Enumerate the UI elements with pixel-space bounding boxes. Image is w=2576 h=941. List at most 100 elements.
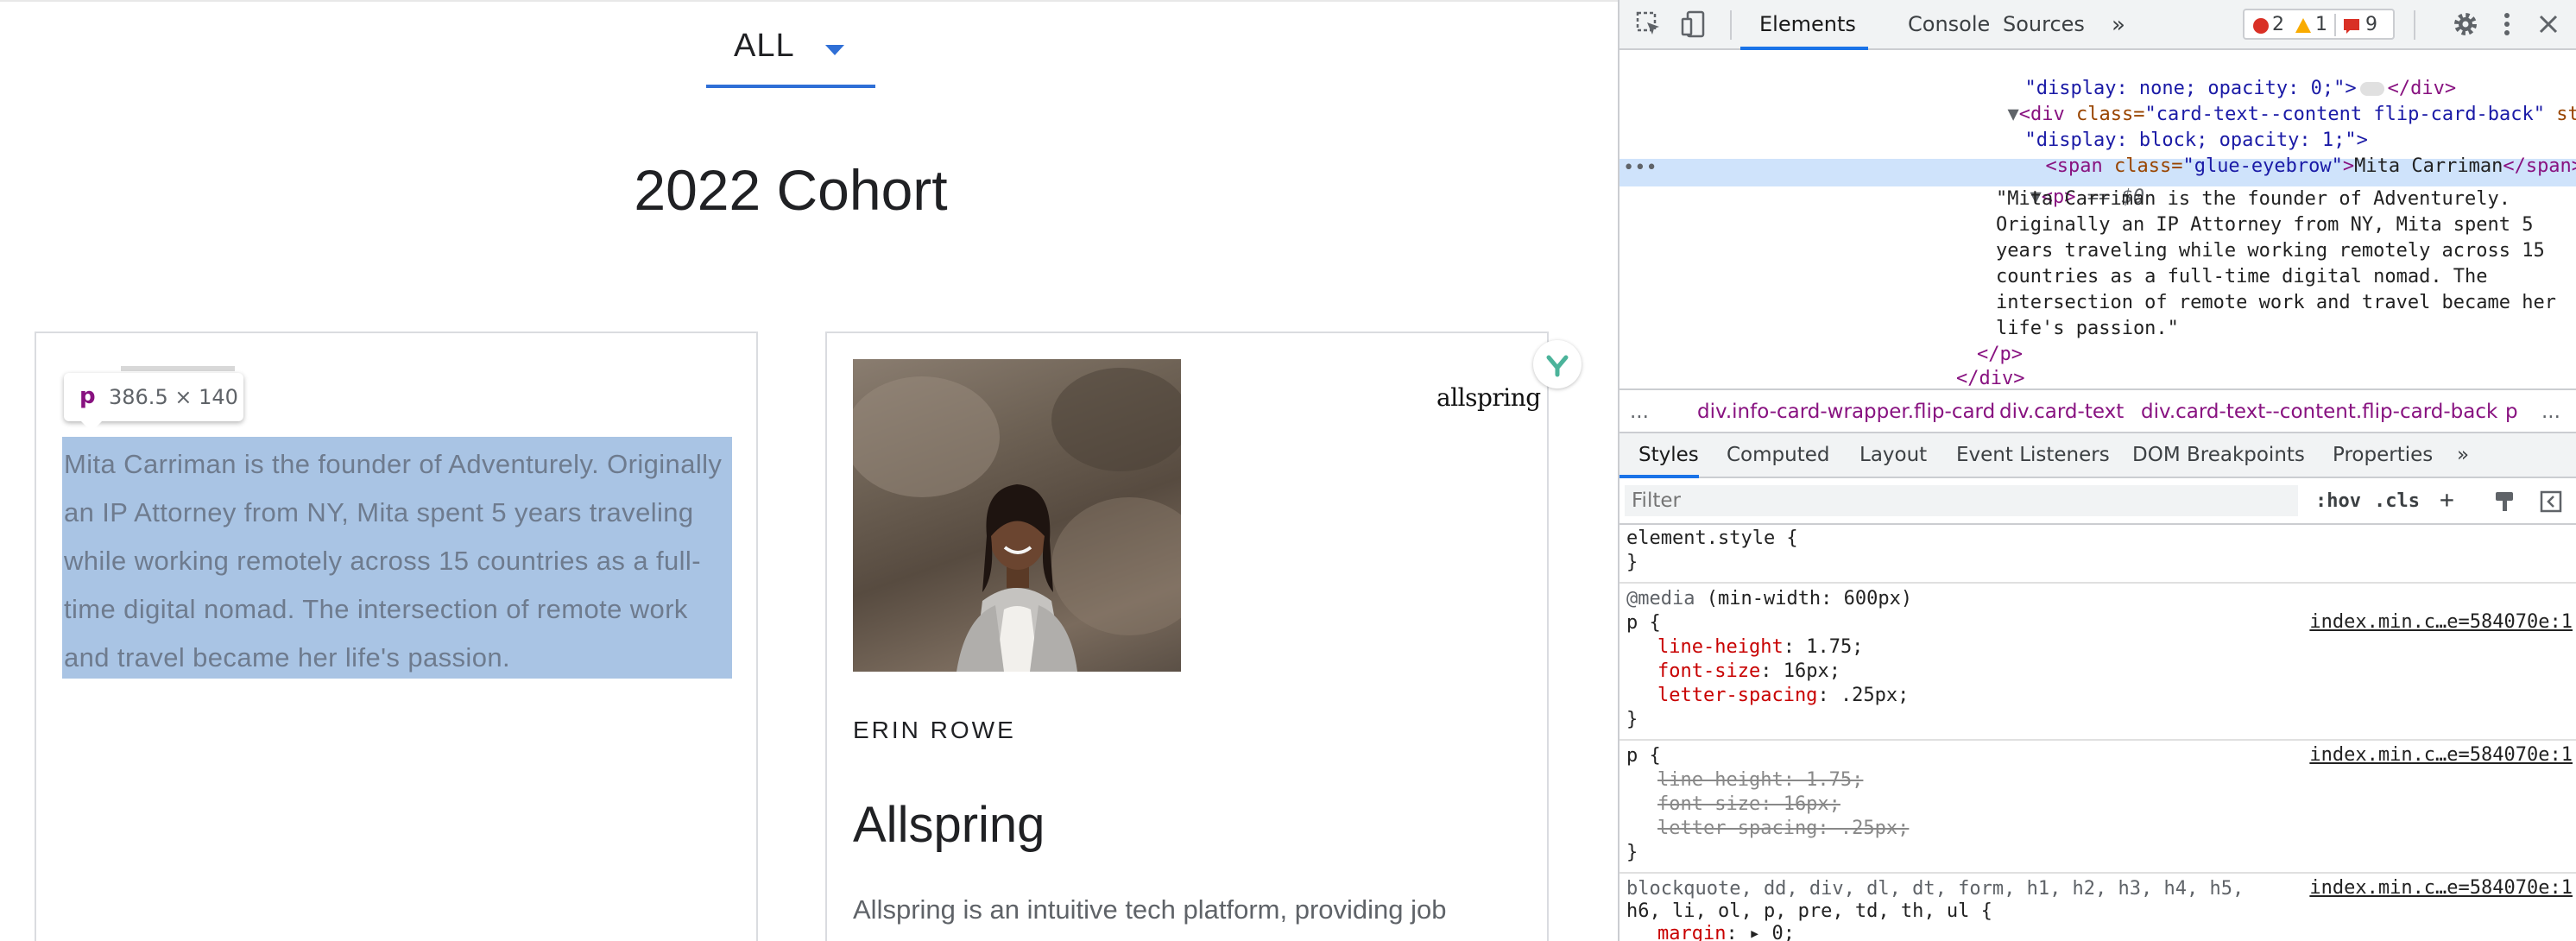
grammarly-icon[interactable] <box>1533 340 1582 388</box>
tab-properties[interactable]: Properties <box>2333 444 2433 466</box>
dom-text: intersection of remote work and travel b… <box>1996 292 2557 313</box>
css-declaration[interactable]: margin: ▸ 0; <box>1657 922 1795 941</box>
dom-text: countries as a full-time digital nomad. … <box>1996 266 2488 287</box>
warning-count: 1 <box>2315 14 2327 35</box>
issues-icon <box>2344 19 2359 34</box>
tab-elements[interactable]: Elements <box>1759 12 1856 36</box>
toolbar-divider <box>1730 10 1732 40</box>
css-property: margin <box>1657 923 1727 941</box>
caret-down-icon <box>825 45 844 55</box>
media-keyword: @media <box>1626 588 1695 609</box>
css-property: letter-spacing <box>1657 685 1818 706</box>
breadcrumb-overflow[interactable]: ... <box>1630 401 1649 423</box>
founder-name: ERIN ROWE <box>853 717 1016 743</box>
dom-text: Mita Carriman <box>2354 155 2503 177</box>
breadcrumb-item[interactable]: div.info-card-wrapper.flip-card <box>1697 401 1995 423</box>
close-icon[interactable] <box>2535 10 2562 38</box>
breadcrumb-item[interactable]: div.card-text <box>1999 401 2124 423</box>
dom-text: "Mita Carriman is the founder of Adventu… <box>1996 188 2511 210</box>
founder-photo <box>853 359 1181 672</box>
cohort-filter-dropdown[interactable]: ALL <box>706 21 875 88</box>
tab-dom-breakpoints[interactable]: DOM Breakpoints <box>2132 444 2305 466</box>
breadcrumb-overflow[interactable]: ... <box>2541 401 2560 423</box>
rule-selector[interactable]: blockquote, dd, div, dl, dt, form, h1, h… <box>1626 877 2244 901</box>
css-declaration[interactable]: line-height: 1.75; <box>1657 635 1863 660</box>
styles-rules[interactable]: element.style { } @media (min-width: 600… <box>1619 525 2576 941</box>
css-declaration-overridden[interactable]: letter-spacing: .25px; <box>1657 817 1909 841</box>
inspect-element-icon[interactable] <box>1635 10 1663 38</box>
css-value: 1.75; <box>1806 636 1864 658</box>
media-condition: (min-width: 600px) <box>1695 588 1913 609</box>
media-query: @media (min-width: 600px) <box>1626 587 1912 611</box>
css-value: : ▸ 0; <box>1726 923 1795 941</box>
rule-source-link[interactable]: index.min.c…e=584070e:1 <box>2309 744 2573 766</box>
css-property: line-height <box>1657 636 1784 658</box>
tab-computed[interactable]: Computed <box>1727 444 1829 466</box>
styles-subtabs: Styles Computed Layout Event Listeners D… <box>1619 433 2576 478</box>
css-declaration[interactable]: letter-spacing: .25px; <box>1657 684 1909 708</box>
new-rule-icon[interactable]: + <box>2440 485 2454 514</box>
breadcrumb: ... div.info-card-wrapper.flip-card div.… <box>1619 388 2576 433</box>
dom-attr-name: style= <box>2556 104 2576 125</box>
css-declaration[interactable]: font-size: 16px; <box>1657 660 1840 684</box>
tab-sources[interactable]: Sources <box>2003 12 2085 36</box>
tab-layout[interactable]: Layout <box>1859 444 1927 466</box>
rule-close-brace: } <box>1626 709 1638 730</box>
settings-gear-icon[interactable] <box>2452 10 2479 38</box>
company-description: Allspring is an intuitive tech platform,… <box>853 894 1447 925</box>
rule-selector[interactable]: p { <box>1626 744 1661 768</box>
dom-text: life's passion." <box>1996 318 2179 339</box>
company-name: Allspring <box>853 797 1045 853</box>
more-tabs-button[interactable]: » <box>2112 12 2125 38</box>
more-subtabs-button[interactable]: » <box>2457 444 2469 466</box>
more-options-icon[interactable] <box>2493 10 2521 38</box>
rule-source-link[interactable]: index.min.c…e=584070e:1 <box>2309 877 2573 899</box>
inspect-tooltip: p 386.5 × 140 <box>64 373 243 432</box>
counter-divider <box>2334 14 2336 36</box>
toggle-sidebar-icon[interactable] <box>2540 490 2562 513</box>
node-actions-ellipsis[interactable]: ••• <box>1623 157 1657 179</box>
css-declaration-overridden[interactable]: line-height: 1.75; <box>1657 768 1863 793</box>
dom-text: Originally an IP Attorney from NY, Mita … <box>1996 214 2534 236</box>
dom-close-tag: </p> <box>1977 344 2023 365</box>
devtools-panel: Elements Console Sources » 2 1 9 ••• "di… <box>1618 0 2576 941</box>
web-page: ALL 2022 Cohort Mita Carriman is the fou… <box>0 0 1618 941</box>
styles-filter-bar: :hov .cls + <box>1619 478 2576 525</box>
founder-card-front[interactable]: allspring ERIN ROWE Allspring Allspring … <box>825 332 1549 941</box>
device-toolbar-icon[interactable] <box>1680 10 1708 38</box>
rule-source-link[interactable]: index.min.c…e=584070e:1 <box>2309 611 2573 633</box>
tab-styles[interactable]: Styles <box>1638 444 1699 466</box>
dom-tree[interactable]: ••• "display: none; opacity: 0;"> </div> … <box>1619 50 2576 388</box>
error-count: 2 <box>2272 14 2284 35</box>
error-icon <box>2253 18 2269 34</box>
breadcrumb-item[interactable]: div.card-text--content.flip-card-back <box>2141 401 2497 423</box>
tab-console[interactable]: Console <box>1908 12 1990 36</box>
breadcrumb-item-active[interactable]: p <box>2505 401 2518 423</box>
css-value: .25px; <box>1840 685 1910 706</box>
paint-brush-icon[interactable] <box>2493 490 2516 513</box>
toolbar-divider <box>2414 10 2415 40</box>
rule-close-brace: } <box>1626 552 1638 573</box>
css-property: font-size <box>1657 660 1761 682</box>
founder-card-back[interactable]: Mita Carriman is the founder of Adventur… <box>35 332 758 941</box>
filter-label: ALL <box>734 28 795 64</box>
css-declaration-overridden[interactable]: font-size: 16px; <box>1657 793 1840 817</box>
cohort-title: 2022 Cohort <box>634 158 948 222</box>
dom-close-tag: </div> <box>1956 368 2025 388</box>
devtools-toolbar: Elements Console Sources » 2 1 9 <box>1619 0 2576 50</box>
rule-element-style[interactable]: element.style { <box>1626 527 1798 551</box>
dom-attr-value: "glue-eyebrow" <box>2182 155 2343 177</box>
tooltip-size: 386.5 × 140 <box>109 385 238 409</box>
tab-event-listeners[interactable]: Event Listeners <box>1956 444 2110 466</box>
rule-close-brace: } <box>1626 842 1638 863</box>
css-value: 16px; <box>1783 660 1840 682</box>
styles-filter-input[interactable] <box>1625 485 2298 516</box>
rule-selector[interactable]: h6, li, ol, p, pre, td, th, ul { <box>1626 900 1992 924</box>
class-toggle[interactable]: .cls <box>2374 490 2420 512</box>
issue-counters[interactable]: 2 1 9 <box>2243 9 2395 40</box>
rule-separator <box>1619 872 2576 874</box>
rule-selector[interactable]: p { <box>1626 611 1661 635</box>
card-eyebrow-placeholder <box>121 366 235 371</box>
hover-state-toggle[interactable]: :hov <box>2315 490 2361 512</box>
issues-count: 9 <box>2365 14 2377 35</box>
